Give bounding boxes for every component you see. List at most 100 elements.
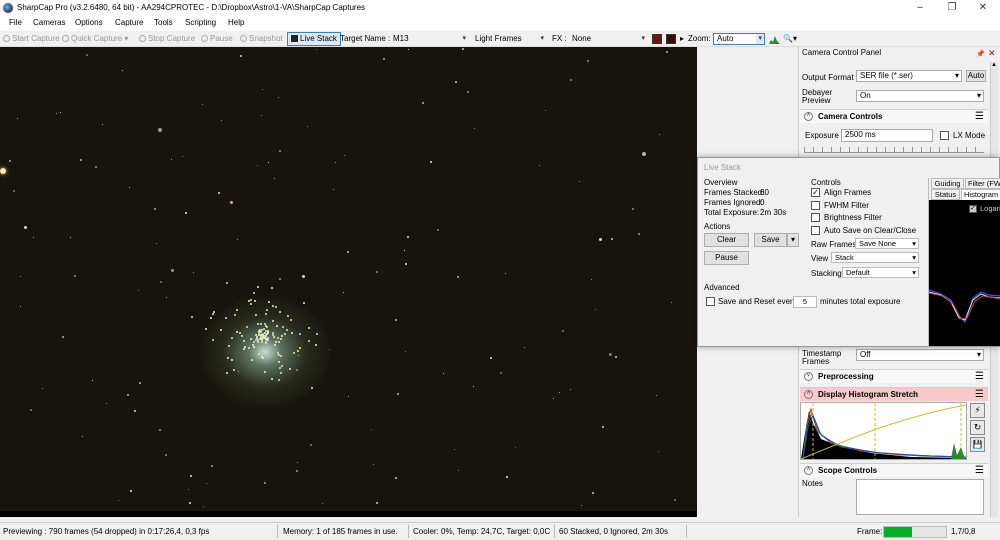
start-capture-button[interactable]: Start Capture [3,34,60,43]
star [455,81,457,83]
pause-button[interactable]: Pause [704,251,749,265]
menu-tools[interactable]: Tools [154,18,173,27]
menu-options[interactable]: Options [75,18,103,27]
panel-close-icon[interactable]: ✕ [988,48,996,59]
hamburger-menu-icon[interactable]: ☰ [975,111,984,122]
stop-capture-button[interactable]: Stop Capture [139,34,195,43]
preprocessing-title: Preprocessing [818,372,874,381]
live-stack-title: Live Stack [704,163,741,172]
fx-combo[interactable]: None ▾ [568,33,648,45]
maximize-button[interactable]: ❐ [937,0,967,16]
cluster-star [293,352,295,354]
minimize-button[interactable]: – [905,0,935,16]
menu-file[interactable]: File [9,18,22,27]
lx-mode-checkbox[interactable] [940,131,949,140]
brightness-filter-checkbox[interactable] [811,213,820,222]
save-reset-checkbox[interactable] [706,297,715,306]
tab-guiding[interactable]: Guiding [931,178,964,189]
star [86,54,88,56]
star [457,276,459,278]
lightning-icon[interactable]: ⚡ [970,403,985,418]
debayer-preview-select[interactable]: On ▾ [856,90,984,102]
star [42,388,43,389]
reset-icon[interactable]: ↻ [970,420,985,435]
image-viewport[interactable] [0,47,697,517]
exposure-input[interactable]: 2500 ms [841,129,933,142]
star [347,251,349,253]
tab-status[interactable]: Status [931,189,960,200]
pin-icon[interactable]: 📌 [976,50,985,58]
clear-button[interactable]: Clear [704,233,749,247]
output-format-auto-button[interactable]: Auto [966,70,986,82]
star [322,503,323,504]
zoom-in-icon[interactable]: 🔍▾ [783,34,797,43]
snapshot-button[interactable]: Snapshot [240,34,283,43]
hamburger-menu-icon[interactable]: ☰ [975,389,984,400]
star [405,263,407,265]
menu-cameras[interactable]: Cameras [33,18,65,27]
quick-capture-button[interactable]: Quick Capture ▾ [62,34,128,43]
red-filter-icon[interactable] [652,34,662,44]
star [395,477,397,479]
save-button[interactable]: Save [754,233,787,247]
dark-red-filter-icon[interactable] [666,34,676,44]
scope-controls-section[interactable]: ˄ Scope Controls ☰ [800,463,988,477]
tab-filter[interactable]: Filter (FW [965,178,1000,189]
tab-histogram[interactable]: Histogram [961,189,1000,200]
save-icon[interactable]: 💾 [970,437,985,452]
histogram-stretch-svg [800,403,967,460]
cluster-star [274,344,276,346]
title-bar: SharpCap Pro (v3.2.6480, 64 bit) - AA294… [0,0,1000,16]
cluster-star [256,336,258,338]
record-icon [3,35,10,42]
cluster-star [272,320,274,322]
star [474,128,475,129]
save-reset-stepper[interactable]: 5 [793,296,817,308]
notes-input[interactable] [856,479,984,515]
auto-save-checkbox[interactable] [811,226,820,235]
total-exposure-label: Total Exposure: [704,208,760,217]
cluster-star [212,313,214,315]
histogram-icon[interactable] [769,34,780,44]
menu-help[interactable]: Help [228,18,244,27]
cluster-star [257,323,259,325]
close-button[interactable]: ✕ [968,0,998,16]
stacking-select[interactable]: Default ▾ [842,267,919,278]
collapse-icon: ˄ [804,112,813,121]
output-format-select[interactable]: SER file (*.ser) ▾ [856,70,962,82]
hamburger-menu-icon[interactable]: ☰ [975,371,984,382]
zoom-combo[interactable]: Auto ▾ [713,33,765,45]
star [404,250,405,251]
save-reset-suffix: minutes total exposure [820,297,901,306]
timestamp-frames-select[interactable]: Off ▾ [856,349,984,361]
display-histogram-section[interactable]: ˄ Display Histogram Stretch ☰ [800,387,988,401]
hamburger-menu-icon[interactable]: ☰ [975,465,984,476]
cluster-star [205,328,207,330]
star [383,58,385,60]
frame-type-combo[interactable]: Light Frames ▾ [471,33,547,45]
menu-capture[interactable]: Capture [115,18,143,27]
camera-controls-section[interactable]: ˄ Camera Controls ☰ [800,109,988,123]
scroll-up-icon[interactable]: ▲ [991,62,997,68]
fwhm-filter-checkbox[interactable] [811,201,820,210]
pause-button[interactable]: Pause [201,34,233,43]
menu-scripting[interactable]: Scripting [185,18,216,27]
raw-frames-select[interactable]: Save None ▾ [855,238,919,249]
target-name-combo[interactable]: M13 ▾ [389,33,469,45]
exposure-slider[interactable] [804,147,984,153]
star [226,282,228,284]
star [562,330,564,332]
star [237,239,238,240]
chevron-down-icon: ▾ [540,35,544,42]
align-frames-checkbox[interactable]: ✓ [811,188,820,197]
expand-icon[interactable]: ▸ [680,34,684,43]
star [296,470,298,472]
live-stack-tabs: Guiding Filter (FW Status Histogram ✓ Lo… [928,178,1000,348]
histogram-stretch-graph[interactable] [800,402,967,460]
live-stack-button[interactable]: Live Stack [287,32,341,46]
save-dropdown-icon[interactable]: ▾ [787,233,799,247]
star [156,243,157,244]
view-select[interactable]: Stack ▾ [831,252,919,263]
star [159,429,161,431]
preprocessing-section[interactable]: ˅ Preprocessing ☰ [800,369,988,383]
